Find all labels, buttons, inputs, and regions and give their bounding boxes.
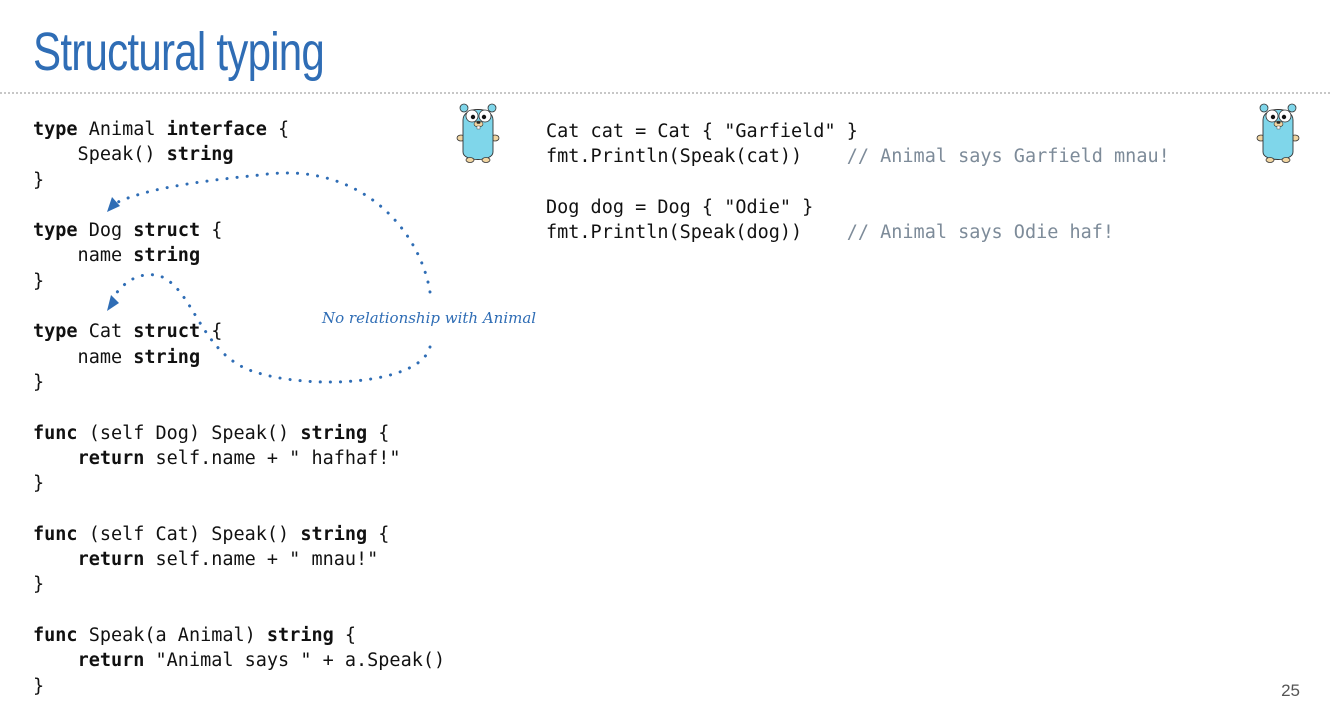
- gopher-mascot-icon: [456, 103, 500, 163]
- arrow-to-dog-curve: [110, 273, 432, 384]
- gopher-mascot-icon: [1256, 103, 1300, 163]
- no-relationship-annotation: No relationship with Animal: [322, 309, 537, 327]
- relationship-arrows: [107, 171, 432, 384]
- page-number: 25: [1281, 681, 1300, 700]
- arrowhead-animal: [107, 197, 120, 212]
- arrowhead-dog: [107, 295, 119, 311]
- arrow-to-animal-curve: [110, 171, 432, 294]
